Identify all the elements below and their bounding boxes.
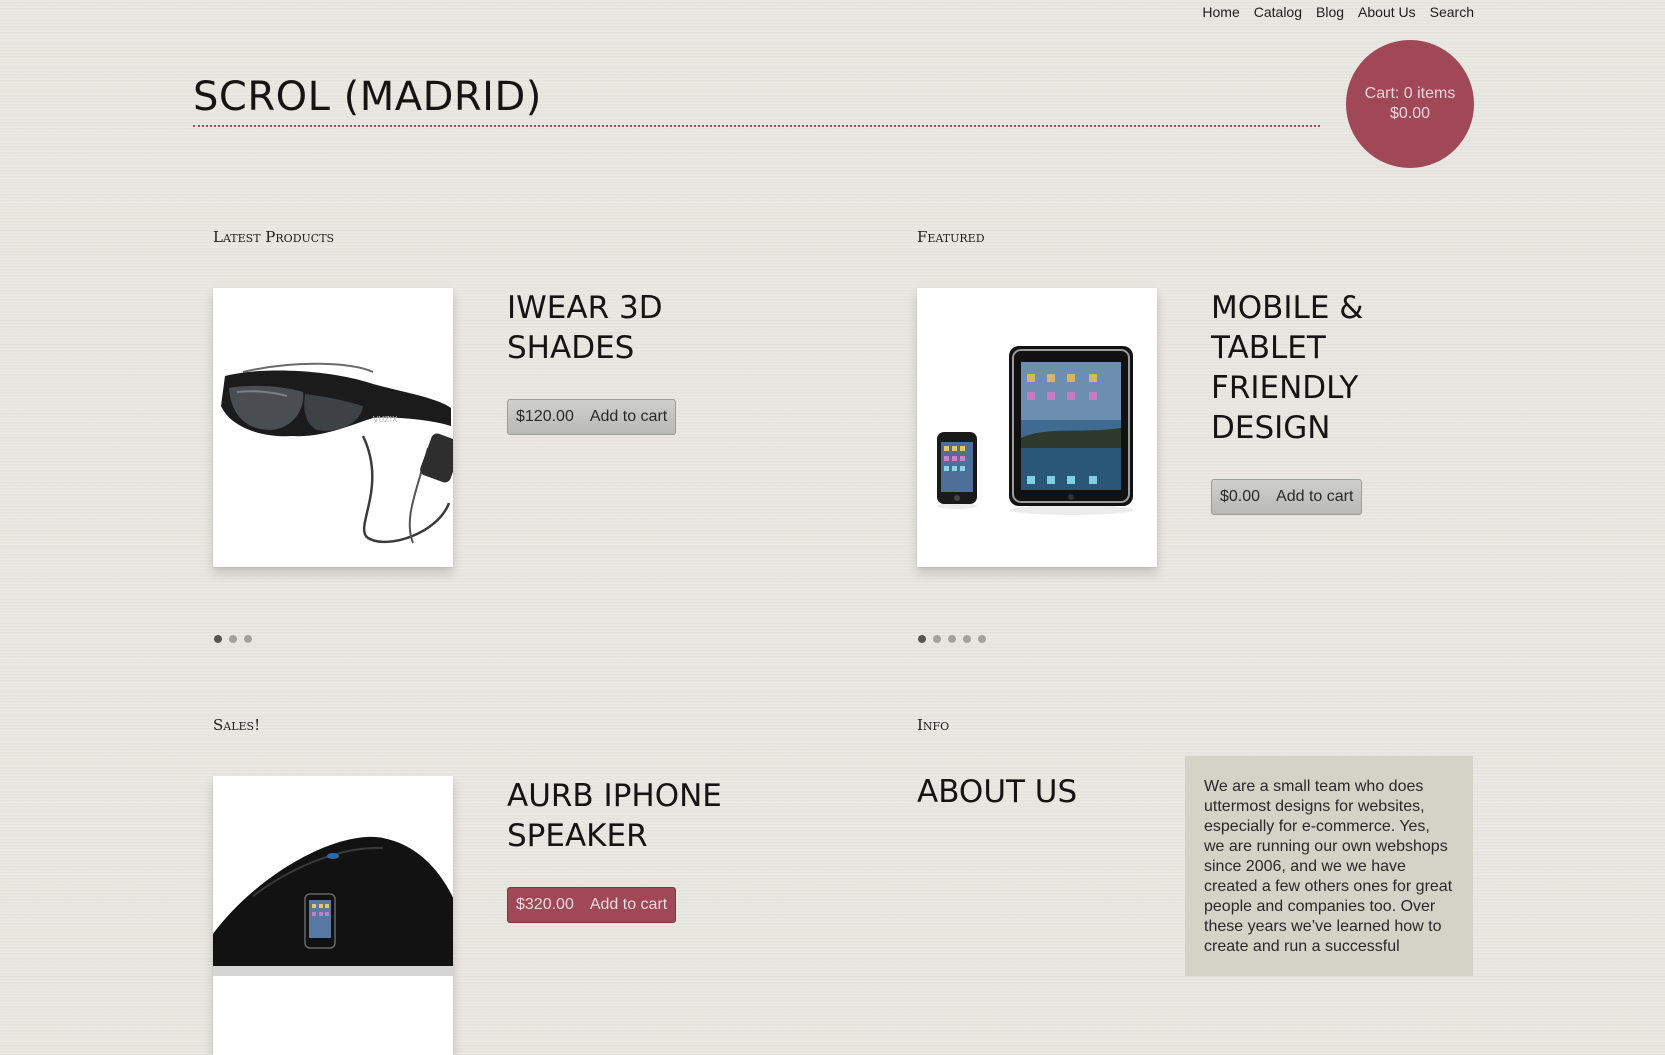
slider-dot[interactable] (229, 635, 237, 643)
about-us-heading: ABOUT US (917, 774, 1078, 810)
slider-dot[interactable] (978, 635, 986, 643)
phone-and-tablet-icon (917, 288, 1157, 567)
latest-product-title[interactable]: iWear 3D Shades (507, 288, 747, 368)
sales-heading: Sales! (213, 716, 261, 734)
title-divider (193, 125, 1320, 127)
about-us-text: We are a small team who does uttermost d… (1204, 778, 1453, 955)
slider-dot[interactable] (933, 635, 941, 643)
top-nav: Home Catalog Blog About Us Search (1202, 4, 1474, 20)
featured-product-image[interactable] (917, 288, 1157, 567)
featured-product-title[interactable]: Mobile & Tablet Friendly Design (1211, 288, 1451, 448)
cart-items-label: Cart: 0 items (1364, 85, 1456, 102)
slider-dot[interactable] (214, 635, 222, 643)
latest-products-heading: Latest Products (213, 228, 335, 246)
about-us-box: We are a small team who does uttermost d… (1185, 756, 1473, 976)
featured-product-price: $0.00 (1220, 488, 1261, 505)
iphone-speaker-dock-icon (213, 776, 453, 1055)
featured-slider-dots (918, 635, 986, 643)
site-title[interactable]: SCROL (MADRID) (193, 74, 542, 120)
sales-product-title[interactable]: Aurb iPhone Speaker (507, 776, 767, 856)
featured-heading: Featured (917, 228, 985, 246)
nav-catalog-link[interactable]: Catalog (1254, 4, 1302, 20)
latest-add-to-cart-label: Add to cart (589, 408, 668, 425)
sales-add-to-cart-label: Add to cart (589, 896, 668, 913)
featured-add-to-cart-label: Add to cart (1276, 488, 1354, 505)
nav-blog-link[interactable]: Blog (1316, 4, 1344, 20)
nav-search-link[interactable]: Search (1430, 4, 1474, 20)
nav-about-link[interactable]: About Us (1358, 4, 1416, 20)
featured-buy-button[interactable]: $0.00 Add to cart (1211, 479, 1363, 515)
slider-dot[interactable] (963, 635, 971, 643)
sales-product-image[interactable] (213, 776, 453, 1055)
cart-button[interactable]: Cart: 0 items $0.00 (1346, 40, 1474, 168)
slider-dot[interactable] (918, 635, 926, 643)
sales-product-price: $320.00 (516, 896, 574, 913)
svg-text:VUZIX: VUZIX (373, 415, 398, 424)
cart-total: $0.00 (1389, 105, 1431, 122)
nav-home-link[interactable]: Home (1202, 4, 1239, 20)
video-glasses-icon: VUZIX (213, 288, 453, 567)
sales-buy-button[interactable]: $320.00 Add to cart (507, 887, 677, 923)
latest-product-price: $120.00 (516, 408, 574, 425)
info-section-heading: Info (917, 716, 950, 734)
latest-slider-dots (214, 635, 252, 643)
slider-dot[interactable] (948, 635, 956, 643)
slider-dot[interactable] (244, 635, 252, 643)
latest-product-image[interactable]: VUZIX (213, 288, 453, 567)
latest-buy-button[interactable]: $120.00 Add to cart (507, 399, 677, 435)
